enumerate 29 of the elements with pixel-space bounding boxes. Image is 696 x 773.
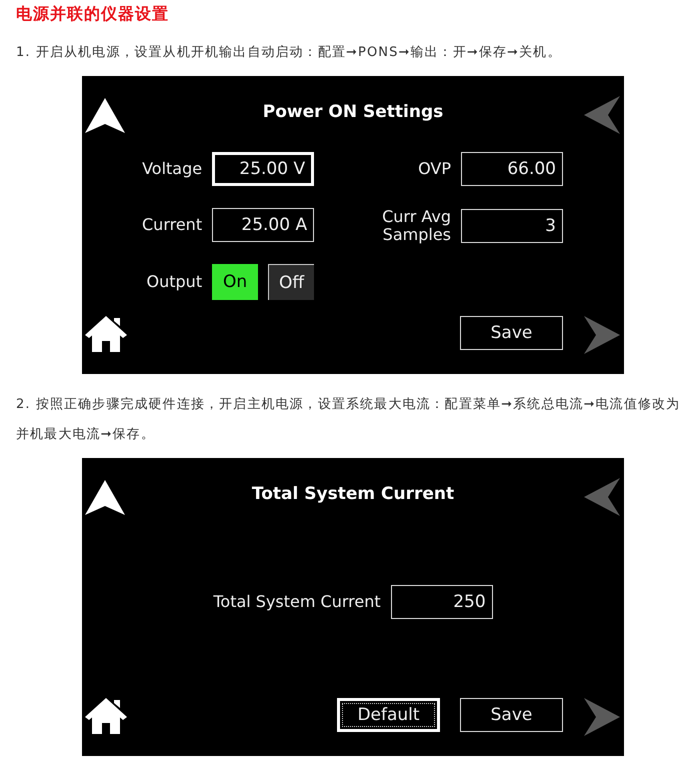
field-label: OVP bbox=[417, 160, 451, 178]
field-label: Voltage bbox=[142, 160, 202, 178]
left-arrow-icon[interactable] bbox=[584, 96, 620, 134]
value-field[interactable]: 25.00 V bbox=[212, 152, 314, 186]
toggle-option[interactable]: On bbox=[212, 264, 258, 300]
home-icon[interactable] bbox=[85, 316, 127, 352]
screen-button[interactable]: Save bbox=[460, 316, 563, 350]
screen-button[interactable]: Save bbox=[460, 698, 563, 732]
screen-title: Power ON Settings bbox=[262, 101, 444, 124]
step-text: 2. 按照正确步骤完成硬件连接，开启主机电源，设置系统最大电流：配置菜单➞系统总电流➞电流值修改为并机最大电流➞保存。 bbox=[16, 396, 682, 444]
value-field[interactable]: 66.00 bbox=[461, 152, 563, 186]
right-arrow-icon[interactable] bbox=[584, 698, 620, 736]
step-text: 1. 开启从机电源，设置从机开机输出自动启动：配置➞PONS➞输出：开➞保存➞关机。 bbox=[16, 44, 562, 62]
value-field[interactable]: 3 bbox=[461, 209, 563, 243]
field-label: Output bbox=[146, 273, 202, 291]
article-heading: 电源并联的仪器设置 bbox=[15, 3, 170, 25]
screen-button[interactable]: Default bbox=[337, 698, 440, 732]
right-arrow-icon[interactable] bbox=[584, 316, 620, 354]
up-arrow-icon[interactable] bbox=[85, 98, 125, 134]
home-icon[interactable] bbox=[85, 698, 127, 734]
field-label: Curr Avg Samples bbox=[381, 208, 451, 244]
up-arrow-icon[interactable] bbox=[85, 480, 125, 516]
field-label: Current bbox=[142, 216, 202, 234]
screen-title: Total System Current bbox=[252, 483, 454, 506]
field-label: Total System Current bbox=[213, 593, 381, 611]
toggle-option[interactable]: Off bbox=[268, 264, 314, 300]
value-field[interactable]: 25.00 A bbox=[212, 208, 314, 242]
value-field[interactable]: 250 bbox=[390, 585, 493, 619]
left-arrow-icon[interactable] bbox=[584, 478, 620, 516]
